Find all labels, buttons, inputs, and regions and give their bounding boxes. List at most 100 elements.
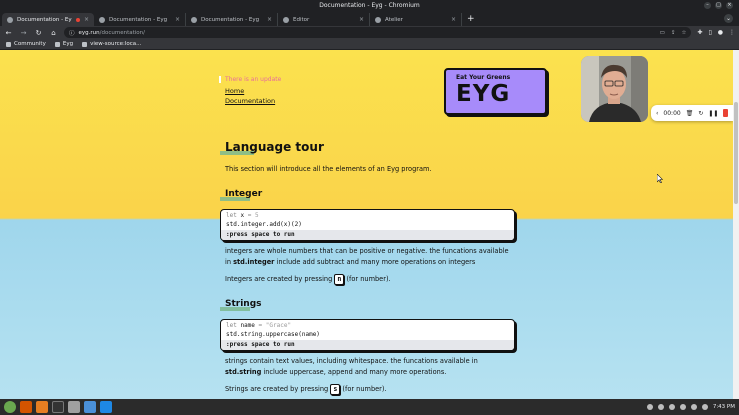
strings-description: strings contain text values, including w… — [225, 356, 515, 378]
update-notice[interactable]: There is an update — [219, 76, 281, 83]
volume-icon[interactable] — [690, 404, 697, 410]
desc-text: strings contain text values, including w… — [225, 357, 478, 365]
tab-documentation-3[interactable]: Documentation - Eyg × — [186, 13, 278, 26]
tab-favicon-icon — [7, 16, 13, 23]
code-editor-strings[interactable]: let name = "Grace" std.string.uppercase(… — [220, 319, 515, 351]
desc-text: include add subtract and many more opera… — [274, 258, 476, 266]
share-icon[interactable]: ⇪ — [671, 30, 676, 36]
intro-text: This section will introduce all the elem… — [225, 165, 432, 173]
profile-icon[interactable]: ● — [718, 29, 723, 36]
tab-title: Documentation - Eyg — [201, 16, 260, 23]
url-host: eyg.run — [78, 29, 100, 36]
vscode-app-icon[interactable] — [100, 401, 112, 413]
integer-create-hint: Integers are created by pressing n (for … — [225, 274, 515, 285]
tab-atelier[interactable]: Atelier × — [370, 13, 462, 26]
url-path: /documentation/ — [99, 29, 146, 36]
tab-strip: Documentation - Eyg × Documentation - Ey… — [0, 12, 739, 26]
system-tray: 7:43 PM — [646, 404, 735, 410]
heading-text: Language tour — [225, 140, 324, 154]
bookmark-view-source[interactable]: view-source:loca... — [82, 41, 141, 47]
close-window-button[interactable]: × — [726, 2, 733, 9]
bookmark-star-icon[interactable]: ☆ — [681, 30, 686, 36]
tab-search-chevron-icon[interactable]: ⌄ — [724, 14, 733, 23]
window-title: Documentation - Eyg - Chromium — [319, 2, 420, 9]
tray-icon[interactable] — [646, 404, 653, 410]
window-controls: – □ × — [704, 2, 733, 9]
tab-documentation-2[interactable]: Documentation - Eyg × — [94, 13, 186, 26]
tab-favicon-icon — [375, 16, 381, 23]
tab-close-icon[interactable]: × — [84, 16, 89, 23]
collapse-chevron-icon[interactable]: ‹ — [656, 110, 658, 117]
browser-toolbar: ← → ↻ ⌂ ⓘ eyg.run/documentation/ ▭ ⇪ ☆ ✚… — [0, 26, 739, 39]
hint-text: (for number). — [344, 275, 391, 283]
tab-close-icon[interactable]: × — [359, 16, 364, 23]
bookmarks-bar: Community Eyg view-source:loca... — [0, 39, 739, 50]
webcam-overlay — [581, 56, 648, 122]
tab-editor[interactable]: Editor × — [278, 13, 370, 26]
bookmark-favicon-icon — [6, 41, 11, 47]
run-hint: :press space to run — [221, 230, 514, 240]
strings-create-hint: Strings are created by pressing s (for n… — [225, 384, 515, 395]
minimize-button[interactable]: – — [704, 2, 711, 9]
tab-documentation-1[interactable]: Documentation - Eyg × — [2, 13, 94, 26]
desc-bold: std.integer — [233, 258, 275, 266]
tab-close-icon[interactable]: × — [175, 16, 180, 23]
camera-icon[interactable]: ▭ — [660, 30, 665, 36]
code-line: std.string.uppercase(name) — [226, 331, 320, 338]
clock[interactable]: 7:43 PM — [713, 404, 735, 410]
presenter-video-icon — [581, 56, 648, 122]
extensions-icon[interactable]: ✚ — [697, 29, 702, 36]
tab-close-icon[interactable]: × — [451, 16, 456, 23]
stop-recording-icon[interactable] — [723, 109, 728, 117]
folder-app-icon[interactable] — [68, 401, 80, 413]
start-menu-icon[interactable] — [4, 401, 16, 413]
desc-bold: std.string — [225, 368, 262, 376]
bookmark-label: Community — [14, 41, 46, 47]
new-tab-button[interactable]: + — [462, 13, 480, 26]
recording-time: 00:00 — [663, 109, 681, 117]
recording-controls: ‹ 00:00 🗑 ↻ ❚❚ — [651, 105, 733, 121]
maximize-button[interactable]: □ — [715, 2, 722, 9]
address-bar[interactable]: ⓘ eyg.run/documentation/ ▭ ⇪ ☆ — [64, 27, 692, 38]
tray-icon[interactable] — [657, 404, 664, 410]
restart-icon[interactable]: ↻ — [698, 110, 703, 117]
menu-kebab-icon[interactable]: ⋮ — [729, 29, 735, 36]
run-hint: :press space to run — [221, 340, 514, 350]
site-info-icon[interactable]: ⓘ — [69, 29, 75, 37]
bookmark-eyg[interactable]: Eyg — [54, 41, 74, 47]
key-n: n — [334, 274, 345, 285]
tab-favicon-icon — [283, 16, 289, 23]
page-scrollbar[interactable] — [733, 50, 739, 399]
code-line: let name = "Grace" — [226, 322, 292, 329]
window-titlebar: Documentation - Eyg - Chromium – □ × — [0, 0, 739, 12]
files-app-icon[interactable] — [36, 401, 48, 413]
logo-tagline: Eat Your Greens — [456, 74, 511, 81]
bookmark-label: Eyg — [62, 41, 74, 47]
tray-icon[interactable] — [668, 404, 675, 410]
nav-link-home[interactable]: Home — [225, 87, 244, 95]
home-icon[interactable]: ⌂ — [49, 29, 58, 37]
forward-arrow-icon[interactable]: → — [19, 29, 28, 37]
code-line: let x = 5 — [226, 212, 259, 219]
scrollbar-thumb[interactable] — [734, 102, 738, 204]
back-arrow-icon[interactable]: ← — [4, 29, 13, 37]
reload-icon[interactable]: ↻ — [34, 29, 43, 37]
trash-icon[interactable]: 🗑 — [686, 110, 694, 117]
eyg-logo[interactable]: Eat Your Greens EYG — [444, 68, 547, 115]
hint-text: Integers are created by pressing — [225, 275, 335, 283]
chromium-app-icon[interactable] — [84, 401, 96, 413]
network-icon[interactable] — [679, 404, 686, 410]
ubuntu-app-icon[interactable] — [20, 401, 32, 413]
tab-close-icon[interactable]: × — [267, 16, 272, 23]
heading-text: Integer — [225, 189, 263, 199]
tab-title: Editor — [293, 16, 310, 23]
battery-icon[interactable] — [701, 404, 708, 410]
code-line: std.integer.add(x)(2) — [226, 221, 302, 228]
nav-link-documentation[interactable]: Documentation — [225, 97, 275, 105]
terminal-app-icon[interactable] — [52, 401, 64, 413]
bookmark-community[interactable]: Community — [6, 41, 46, 47]
code-editor-integer[interactable]: let x = 5 std.integer.add(x)(2) :press s… — [220, 209, 515, 241]
heading-text: Strings — [225, 299, 262, 309]
side-panel-icon[interactable]: ▯ — [708, 29, 711, 36]
pause-icon[interactable]: ❚❚ — [708, 110, 718, 117]
